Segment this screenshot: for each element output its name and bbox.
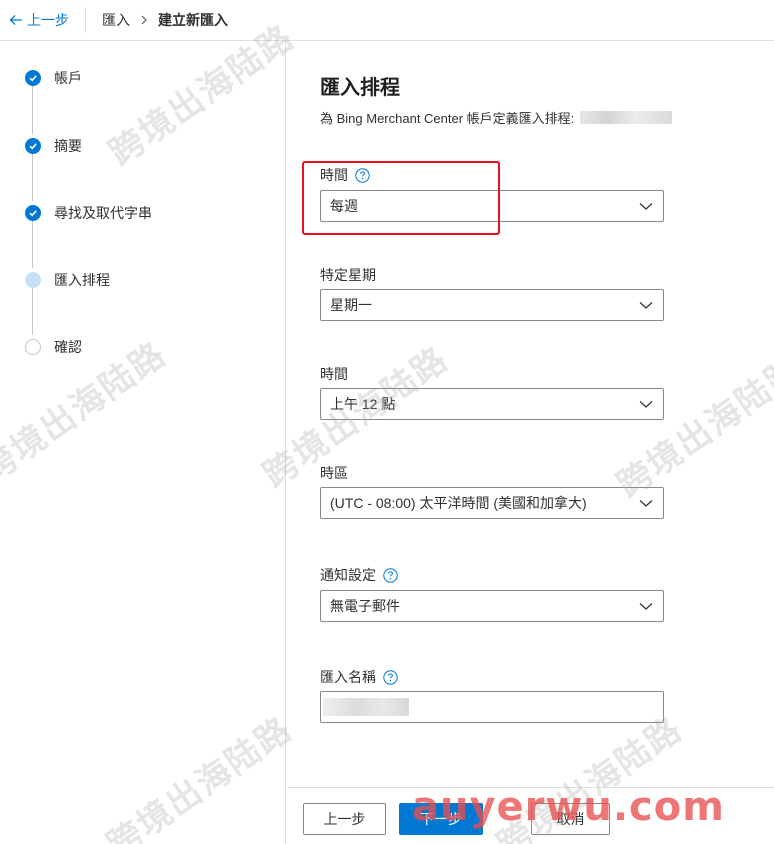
step-label: 匯入排程 [54, 272, 110, 288]
time-label: 時間 [320, 366, 348, 382]
time-zone-label: 時區 [320, 465, 348, 481]
notification-label-text: 通知設定 [320, 567, 376, 583]
checkmark-icon [25, 70, 41, 86]
step-label: 摘要 [54, 138, 82, 154]
frequency-label-text: 時間 [320, 167, 348, 183]
step-label: 確認 [54, 339, 82, 355]
step-connector [32, 152, 33, 201]
day-of-week-label: 特定星期 [320, 267, 376, 283]
top-bar: 上一步 匯入 建立新匯入 [0, 0, 774, 41]
help-icon[interactable] [383, 567, 398, 583]
time-zone-dropdown[interactable]: (UTC - 08:00) 太平洋時間 (美國和加拿大) [320, 487, 664, 519]
frequency-label: 時間 [320, 165, 370, 185]
current-step-indicator-icon [25, 272, 41, 288]
breadcrumb-import[interactable]: 匯入 [102, 10, 130, 30]
step-connector [32, 286, 33, 335]
step-navigation: 帳戶 摘要 尋找及取代字串 匯入排程 確認 [0, 42, 286, 844]
schedule-form: 匯入排程 為 Bing Merchant Center 帳戶定義匯入排程: 時間… [287, 42, 774, 787]
topbar-divider [85, 7, 86, 33]
notification-label: 通知設定 [320, 565, 398, 585]
cancel-button[interactable]: 取消 [531, 803, 610, 835]
help-icon[interactable] [355, 167, 370, 183]
time-value: 上午 12 點 [330, 396, 396, 412]
notification-dropdown[interactable]: 無電子郵件 [320, 590, 664, 622]
help-icon[interactable] [383, 669, 398, 685]
footer-actions: 上一步 下一步 取消 [287, 787, 774, 844]
step-account[interactable]: 帳戶 [25, 68, 82, 88]
chevron-down-icon [639, 500, 653, 507]
checkmark-icon [25, 138, 41, 154]
step-label: 尋找及取代字串 [54, 205, 152, 221]
checkmark-icon [25, 205, 41, 221]
time-dropdown[interactable]: 上午 12 點 [320, 388, 664, 420]
page-subtitle: 為 Bing Merchant Center 帳戶定義匯入排程: [320, 108, 673, 127]
breadcrumb-current: 建立新匯入 [158, 12, 228, 28]
back-link-label: 上一步 [27, 12, 69, 28]
subtitle-text: 為 Bing Merchant Center 帳戶定義匯入排程: [320, 111, 575, 126]
frequency-value: 每週 [330, 198, 358, 214]
redacted-account-name [580, 111, 673, 124]
import-name-label: 匯入名稱 [320, 667, 398, 687]
step-find-replace[interactable]: 尋找及取代字串 [25, 203, 152, 223]
back-link[interactable]: 上一步 [9, 10, 69, 30]
chevron-right-icon [141, 15, 147, 25]
pending-step-icon [25, 339, 41, 355]
chevron-down-icon [639, 203, 653, 210]
chevron-down-icon [639, 302, 653, 309]
back-button[interactable]: 上一步 [303, 803, 386, 835]
chevron-down-icon [639, 603, 653, 610]
step-schedule[interactable]: 匯入排程 [25, 270, 110, 290]
redacted-import-name [323, 698, 409, 716]
import-name-label-text: 匯入名稱 [320, 669, 376, 685]
import-name-input[interactable] [320, 691, 664, 723]
chevron-down-icon [639, 401, 653, 408]
step-label: 帳戶 [54, 70, 82, 86]
next-button[interactable]: 下一步 [399, 803, 483, 835]
day-of-week-dropdown[interactable]: 星期一 [320, 289, 664, 321]
step-connector [32, 84, 33, 134]
day-of-week-value: 星期一 [330, 297, 372, 313]
page-title: 匯入排程 [320, 77, 400, 99]
frequency-dropdown[interactable]: 每週 [320, 190, 664, 222]
notification-value: 無電子郵件 [330, 598, 400, 614]
step-connector [32, 219, 33, 268]
arrow-left-icon [9, 15, 22, 25]
step-confirm[interactable]: 確認 [25, 337, 82, 357]
time-zone-value: (UTC - 08:00) 太平洋時間 (美國和加拿大) [330, 495, 587, 511]
step-summary[interactable]: 摘要 [25, 136, 82, 156]
